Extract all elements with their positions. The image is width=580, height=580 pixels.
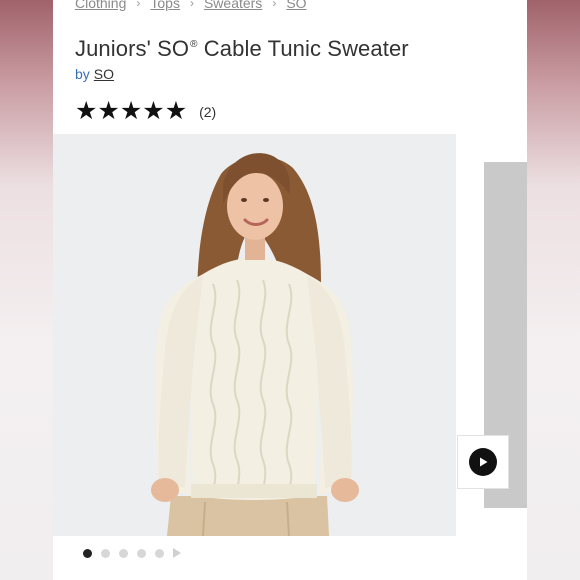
carousel-dot[interactable] xyxy=(137,548,146,558)
star-icon: ★ xyxy=(97,97,120,125)
product-page: Clothing › Tops › Sweaters › SO Juniors'… xyxy=(53,0,527,580)
product-title-rest: Cable Tunic Sweater xyxy=(197,36,409,61)
rating[interactable]: ★ ★ ★ ★ ★ (2) xyxy=(75,99,216,124)
carousel-dot[interactable] xyxy=(83,548,92,558)
brand-byline: by SO xyxy=(75,66,114,82)
star-icon: ★ xyxy=(119,97,143,125)
play-icon xyxy=(469,448,497,476)
star-icon: ★ xyxy=(75,97,98,125)
breadcrumb-link-so[interactable]: SO xyxy=(286,0,306,11)
product-image[interactable] xyxy=(53,134,456,536)
star-icon: ★ xyxy=(164,97,188,125)
carousel-dot[interactable] xyxy=(101,548,110,558)
product-title-text: Juniors' SO xyxy=(75,36,190,61)
play-video-button[interactable] xyxy=(457,435,509,489)
breadcrumb-link-sweaters[interactable]: Sweaters xyxy=(204,0,262,11)
breadcrumb: Clothing › Tops › Sweaters › SO xyxy=(75,0,307,12)
chevron-right-icon: › xyxy=(189,0,194,10)
breadcrumb-link-clothing[interactable]: Clothing xyxy=(75,0,126,11)
registered-mark: ® xyxy=(190,39,198,50)
chevron-right-icon: › xyxy=(272,0,277,10)
carousel-dot[interactable] xyxy=(119,548,128,558)
chevron-right-icon: › xyxy=(136,0,141,10)
carousel-dot[interactable] xyxy=(155,548,164,558)
carousel-dots xyxy=(83,548,181,558)
breadcrumb-link-tops[interactable]: Tops xyxy=(150,0,180,11)
by-label: by xyxy=(75,66,90,82)
review-count[interactable]: (2) xyxy=(199,104,216,120)
brand-link[interactable]: SO xyxy=(94,66,114,82)
star-rating: ★ ★ ★ ★ ★ xyxy=(75,99,187,124)
video-dot-icon[interactable] xyxy=(173,548,181,558)
model-photo xyxy=(53,134,456,536)
star-icon: ★ xyxy=(142,97,165,125)
product-title: Juniors' SO® Cable Tunic Sweater xyxy=(75,36,409,62)
